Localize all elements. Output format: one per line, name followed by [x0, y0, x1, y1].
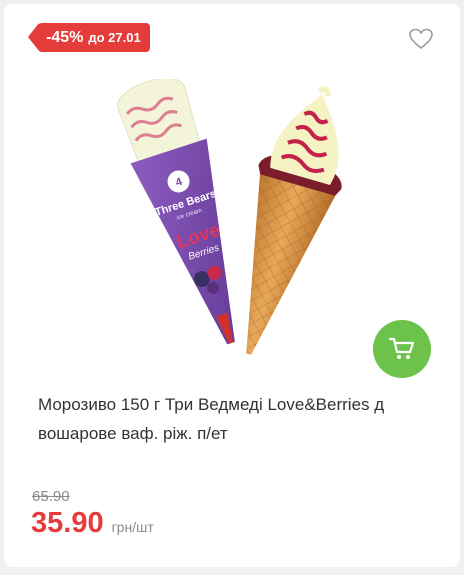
heart-icon[interactable] [409, 28, 433, 50]
price-row: 35.90 грн/шт [31, 507, 154, 540]
discount-percent: -45% [46, 28, 84, 46]
old-price: 65.90 [32, 488, 70, 505]
discount-badge: -45% до 27.01 [28, 23, 150, 52]
price-unit: грн/шт [111, 519, 154, 535]
product-title[interactable]: Морозиво 150 г Три Ведмеді Love&Berries … [38, 390, 438, 448]
discount-until: до 27.01 [88, 30, 141, 45]
product-image[interactable]: 4 Three Bears ice cream Love Berries [104, 77, 374, 369]
add-to-cart-button[interactable] [373, 320, 431, 378]
current-price: 35.90 [31, 507, 104, 539]
product-card[interactable]: -45% до 27.01 4 Three Bears ice cream Lo… [4, 4, 460, 567]
cart-icon [389, 337, 415, 359]
